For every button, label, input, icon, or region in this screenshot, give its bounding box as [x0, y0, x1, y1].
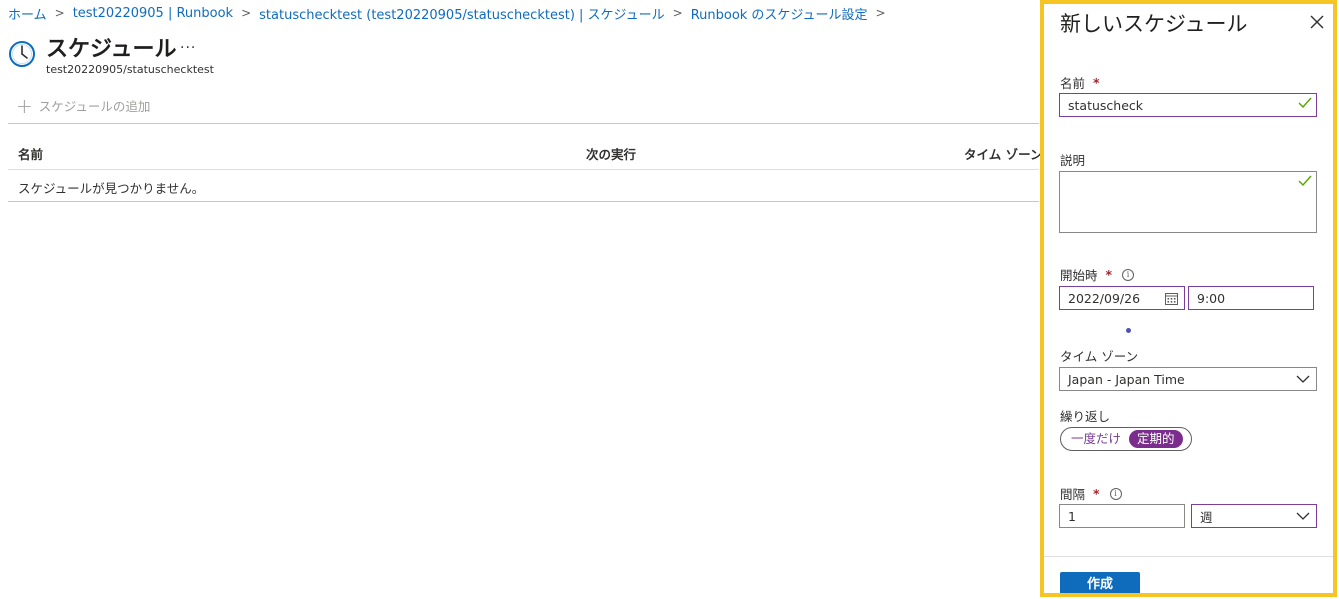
grid-bottom-divider: [8, 201, 1039, 202]
command-bar-divider: [8, 123, 1039, 124]
start-date-field[interactable]: 2022/09/26: [1059, 286, 1185, 310]
chevron-down-icon: [1296, 512, 1310, 520]
schedule-grid-header: 名前 次の実行 タイム ゾーン: [8, 138, 1042, 168]
name-field[interactable]: statuscheck: [1059, 93, 1317, 117]
breadcrumb-schedule-settings[interactable]: Runbook のスケジュール設定: [691, 4, 868, 23]
timezone-label-text: タイム ゾーン: [1060, 349, 1139, 364]
recurrence-toggle: 一度だけ 定期的: [1060, 427, 1192, 451]
page-title: スケジュール: [46, 37, 177, 62]
checkmark-icon: [1298, 97, 1312, 109]
interval-unit-dropdown[interactable]: 週: [1191, 504, 1317, 528]
description-label-text: 説明: [1060, 153, 1086, 168]
chevron-right-icon: >: [241, 6, 252, 20]
chevron-right-icon: >: [54, 6, 65, 20]
panel-footer-divider: [1044, 556, 1333, 557]
breadcrumb-runbook-schedules[interactable]: statuschecktest (test20220905/statuschec…: [259, 4, 664, 23]
interval-label: 間隔 * i: [1060, 484, 1122, 503]
loading-dot: [1126, 328, 1131, 333]
panel-title: 新しいスケジュール: [1060, 12, 1248, 36]
info-icon[interactable]: i: [1109, 487, 1122, 500]
name-label-text: 名前: [1060, 76, 1086, 91]
checkmark-icon: [1298, 175, 1312, 187]
info-icon[interactable]: i: [1122, 268, 1135, 281]
page-subtitle: test20220905/statuschecktest: [46, 63, 214, 76]
recurrence-label-text: 繰り返し: [1060, 409, 1111, 424]
chevron-right-icon: >: [672, 6, 683, 20]
breadcrumb: ホーム > test20220905 | Runbook > statusche…: [8, 4, 894, 23]
start-time-field[interactable]: 9:00: [1188, 286, 1314, 310]
timezone-value: Japan - Japan Time: [1068, 371, 1185, 387]
timezone-dropdown[interactable]: Japan - Japan Time: [1059, 367, 1317, 391]
interval-label-text: 間隔: [1060, 487, 1086, 502]
required-marker: *: [1105, 267, 1113, 282]
plus-icon: +: [16, 93, 33, 118]
breadcrumb-home[interactable]: ホーム: [8, 4, 47, 23]
clock-icon: [9, 41, 35, 67]
name-field-value: statuscheck: [1068, 97, 1144, 113]
breadcrumb-automation-account[interactable]: test20220905 | Runbook: [73, 6, 233, 21]
interval-value: 1: [1068, 508, 1076, 524]
more-options-button[interactable]: ...: [180, 36, 196, 52]
start-label: 開始時 * i: [1060, 265, 1135, 284]
add-schedule-label: スケジュールの追加: [38, 99, 151, 114]
chevron-down-icon: [1296, 375, 1310, 383]
close-icon[interactable]: [1309, 14, 1325, 30]
new-schedule-panel: 新しいスケジュール 名前 * statuscheck 説明 開始時 * i 20…: [1040, 0, 1337, 597]
start-date-value: 2022/09/26: [1068, 290, 1141, 306]
start-time-value: 9:00: [1197, 290, 1226, 306]
timezone-label: タイム ゾーン: [1060, 346, 1138, 365]
chevron-right-icon: >: [875, 6, 886, 20]
add-schedule-button[interactable]: + スケジュールの追加: [16, 93, 151, 118]
name-label: 名前 *: [1060, 73, 1100, 92]
description-label: 説明: [1060, 150, 1085, 169]
interval-number-field[interactable]: 1: [1059, 504, 1185, 528]
description-field[interactable]: [1059, 171, 1317, 233]
calendar-icon[interactable]: [1165, 292, 1178, 305]
empty-grid-message: スケジュールが見つかりません。: [18, 181, 205, 196]
column-header-name[interactable]: 名前: [18, 144, 43, 163]
column-header-time-zone[interactable]: タイム ゾーン: [964, 144, 1042, 163]
start-label-text: 開始時: [1060, 268, 1098, 283]
recurrence-label: 繰り返し: [1060, 406, 1110, 425]
create-button[interactable]: 作成: [1060, 572, 1140, 593]
required-marker: *: [1093, 486, 1100, 501]
recurrence-once-option[interactable]: 一度だけ: [1063, 430, 1129, 448]
grid-divider: [8, 169, 1039, 170]
interval-unit-value: 週: [1200, 509, 1213, 525]
recurrence-recurring-option[interactable]: 定期的: [1129, 430, 1183, 448]
required-marker: *: [1093, 75, 1100, 90]
column-header-next-run[interactable]: 次の実行: [586, 144, 636, 163]
